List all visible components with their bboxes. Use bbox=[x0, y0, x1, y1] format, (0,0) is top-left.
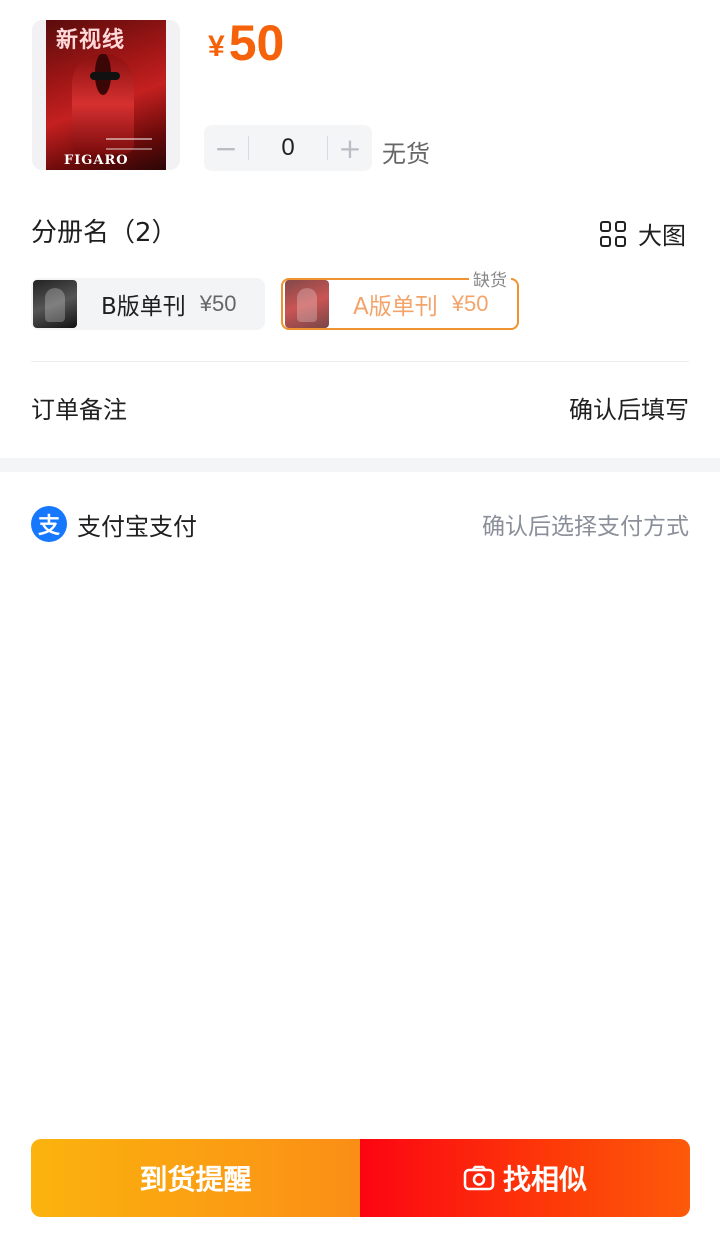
out-of-stock-badge: 缺货 bbox=[469, 266, 511, 291]
magazine-cover: 新视线 FIGARO bbox=[46, 20, 166, 170]
find-similar-button[interactable]: 找相似 bbox=[360, 1139, 690, 1217]
payment-method-label: 支付宝支付 bbox=[77, 512, 197, 541]
order-remark-row[interactable]: 订单备注 确认后填写 bbox=[31, 390, 689, 425]
decrement-button[interactable]: − bbox=[204, 132, 248, 165]
price-value: 50 bbox=[228, 15, 285, 71]
alipay-icon: 支 bbox=[31, 506, 67, 542]
price-currency: ¥ bbox=[208, 30, 225, 63]
cover-glasses bbox=[90, 72, 120, 80]
camera-icon bbox=[463, 1165, 495, 1191]
restock-reminder-button[interactable]: 到货提醒 bbox=[31, 1139, 360, 1217]
product-image[interactable]: 新视线 FIGARO bbox=[32, 20, 180, 170]
divider bbox=[31, 361, 689, 362]
quantity-stepper: − 0 + bbox=[204, 125, 372, 171]
cover-title: 新视线 bbox=[56, 27, 126, 53]
quantity-input[interactable]: 0 bbox=[249, 134, 327, 162]
cover-brand: FIGARO bbox=[64, 153, 129, 168]
section-separator bbox=[0, 458, 720, 472]
payment-method-hint: 确认后选择支付方式 bbox=[482, 514, 689, 540]
stock-status: 无货 bbox=[382, 140, 430, 168]
variant-option-a[interactable]: A版单刊 ¥50 缺货 bbox=[281, 266, 519, 330]
variant-price: ¥50 bbox=[451, 291, 489, 316]
variant-name: B版单刊 bbox=[101, 294, 186, 320]
product-price: ¥50 bbox=[208, 14, 284, 72]
grid-icon bbox=[600, 220, 626, 247]
cover-text-lines bbox=[106, 138, 152, 150]
payment-method-row[interactable]: 支 支付宝支付 确认后选择支付方式 bbox=[31, 506, 689, 542]
order-remark-value: 确认后填写 bbox=[569, 396, 689, 424]
variant-thumbnail bbox=[33, 280, 77, 328]
variant-option-b[interactable]: B版单刊 ¥50 bbox=[31, 278, 265, 330]
find-similar-label: 找相似 bbox=[502, 1163, 587, 1196]
order-remark-label: 订单备注 bbox=[31, 396, 127, 424]
bottom-action-bar: 到货提醒 找相似 bbox=[31, 1139, 690, 1217]
variant-thumbnail bbox=[285, 280, 329, 328]
big-view-toggle[interactable]: 大图 bbox=[600, 216, 686, 251]
variant-name: A版单刊 bbox=[353, 294, 438, 320]
variant-section-title: 分册名（2） bbox=[31, 218, 178, 248]
increment-button[interactable]: + bbox=[328, 132, 372, 165]
payment-method: 支 支付宝支付 bbox=[31, 506, 197, 542]
big-view-label: 大图 bbox=[638, 222, 686, 250]
variant-price: ¥50 bbox=[199, 291, 237, 316]
